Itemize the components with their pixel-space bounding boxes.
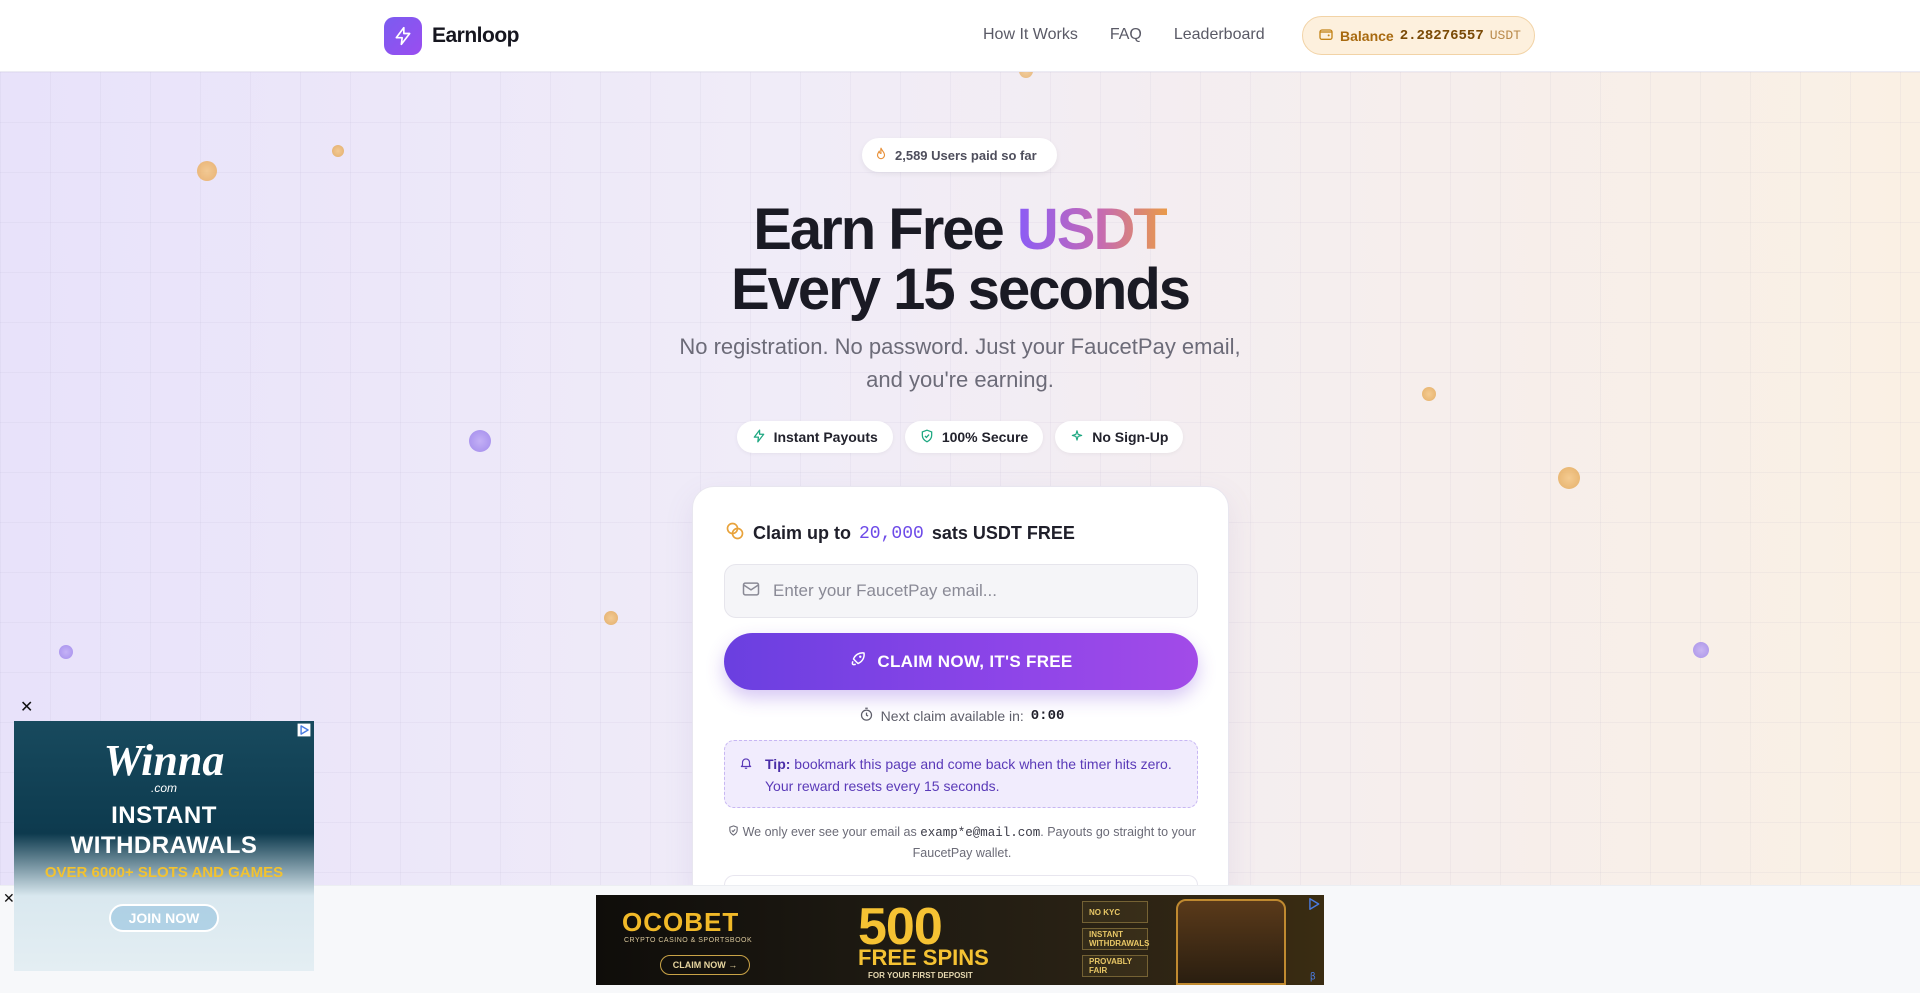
side-ad-cta[interactable]: JOIN NOW <box>109 904 219 932</box>
next-claim-label: Next claim available in: <box>880 708 1024 724</box>
privacy-note: We only ever see your email as examp*e@m… <box>727 822 1197 863</box>
tip-text: bookmark this page and come back when th… <box>765 756 1172 794</box>
logo[interactable]: Earnloop <box>384 17 520 55</box>
slot-machine-graphic <box>1176 899 1286 985</box>
bell-icon <box>739 754 753 776</box>
side-ad-brand: Winna <box>103 736 225 785</box>
sparkles-icon <box>1070 429 1084 446</box>
coins-icon <box>725 521 745 546</box>
ad-banner-feature: NO KYC <box>1082 901 1148 923</box>
side-ad-headline-line1: INSTANT <box>111 802 217 829</box>
ad-banner-brand-sub: CRYPTO CASINO & SPORTSBOOK <box>624 937 753 944</box>
next-claim-timer: 0:00 <box>1030 708 1065 724</box>
feature-no-signup: No Sign-Up <box>1055 421 1184 453</box>
tip-label: Tip: <box>765 756 791 772</box>
ad-banner-spins: FREE SPINS <box>858 945 989 970</box>
nav-how-it-works[interactable]: How It Works <box>983 26 1078 44</box>
sparkle-decoration <box>59 645 73 659</box>
ad-banner[interactable]: OCOBET CRYPTO CASINO & SPORTSBOOK CLAIM … <box>596 895 1324 985</box>
top-header: Earnloop How It Works FAQ Leaderboard Ba… <box>0 0 1920 72</box>
claim-title: Claim up to 20,000 sats USDT FREE <box>725 521 1075 546</box>
feature-pills: Instant Payouts 100% Secure No Sign-Up <box>0 421 1920 453</box>
svg-text:β: β <box>1310 972 1316 983</box>
coin-decoration <box>332 145 344 157</box>
logo-text: Earnloop <box>432 24 520 47</box>
feature-label: No Sign-Up <box>1092 429 1169 445</box>
users-paid-pill: 2,589 Users paid so far <box>862 138 1057 172</box>
feature-secure: 100% Secure <box>904 421 1044 453</box>
side-ad-headline: INSTANT WITHDRAWALS <box>14 801 314 861</box>
ad-choices-icon[interactable] <box>1307 897 1321 911</box>
bolt-icon <box>384 17 422 55</box>
sparkle-decoration <box>1693 642 1709 658</box>
balance-unit: USDT <box>1489 28 1521 43</box>
claim-card: Claim up to 20,000 sats USDT FREE CLAIM … <box>692 486 1229 906</box>
side-ad-headline-line2: WITHDRAWALS <box>70 832 258 859</box>
shield-icon <box>920 428 934 446</box>
wallet-icon <box>1318 26 1334 45</box>
balance-label: Balance <box>1340 27 1394 44</box>
rocket-icon <box>849 650 867 673</box>
timer-icon <box>859 707 874 725</box>
feature-instant-payouts: Instant Payouts <box>736 421 893 453</box>
coin-decoration <box>197 161 217 181</box>
balance-badge[interactable]: Balance 2.28276557 USDT <box>1302 16 1535 55</box>
headline-highlight: USDT <box>1016 197 1169 262</box>
feature-label: 100% Secure <box>941 429 1029 445</box>
ad-banner-deposit: FOR YOUR FIRST DEPOSIT <box>868 971 973 980</box>
claim-title-prefix: Claim up to <box>753 523 851 543</box>
close-bottom-ad-button[interactable]: ✕ <box>3 890 15 906</box>
headline-line-2: Every 15 seconds <box>730 257 1191 322</box>
headline-text: Earn Free <box>753 197 1017 262</box>
fire-icon <box>874 147 888 164</box>
email-input[interactable] <box>773 581 1173 601</box>
ad-banner-feature: INSTANT WITHDRAWALS <box>1082 928 1149 950</box>
shield-check-icon <box>728 825 742 839</box>
coin-decoration <box>1422 387 1436 401</box>
coin-decoration <box>1558 467 1580 489</box>
hero-subtitle: No registration. No password. Just your … <box>679 334 1241 392</box>
feature-label: Instant Payouts <box>773 429 878 445</box>
headline-line-1: Earn Free USDT <box>0 196 1920 263</box>
ad-choices-icon[interactable] <box>297 723 311 737</box>
bolt-icon <box>752 429 766 446</box>
claim-amount: 20,000 <box>859 523 924 544</box>
side-ad[interactable]: Winna .com INSTANT WITHDRAWALS OVER 6000… <box>14 721 314 971</box>
privacy-email: examp*e@mail.com <box>920 826 1041 840</box>
nav-faq[interactable]: FAQ <box>1110 26 1142 44</box>
side-ad-tagline: OVER 6000+ SLOTS AND GAMES <box>44 864 284 881</box>
users-paid-text: 2,589 Users paid so far <box>895 147 1037 163</box>
balance-value: 2.28276557 <box>1399 27 1484 44</box>
mail-icon <box>741 579 761 604</box>
coin-decoration <box>604 611 618 625</box>
close-side-ad-button[interactable]: ✕ <box>20 700 33 716</box>
claim-title-suffix: sats USDT FREE <box>931 523 1075 543</box>
ad-banner-brand: OCOBET <box>622 907 740 937</box>
claim-button-label: CLAIM NOW, IT'S FREE <box>877 651 1073 671</box>
tip-box: Tip: bookmark this page and come back wh… <box>724 740 1198 808</box>
main-nav: How It Works FAQ Leaderboard <box>983 26 1265 44</box>
ad-banner-cta[interactable]: CLAIM NOW → <box>660 955 750 975</box>
privacy-prefix: We only ever see your email as <box>742 825 917 839</box>
side-ad-brand-sub: .com <box>150 781 177 795</box>
ad-banner-feature: PROVABLY FAIR <box>1082 955 1148 977</box>
email-field[interactable] <box>724 564 1198 618</box>
claim-button[interactable]: CLAIM NOW, IT'S FREE <box>724 633 1198 690</box>
nav-leaderboard[interactable]: Leaderboard <box>1174 26 1265 44</box>
next-claim-row: Next claim available in: 0:00 <box>693 707 1230 725</box>
ad-info-icon[interactable]: β <box>1307 969 1321 983</box>
